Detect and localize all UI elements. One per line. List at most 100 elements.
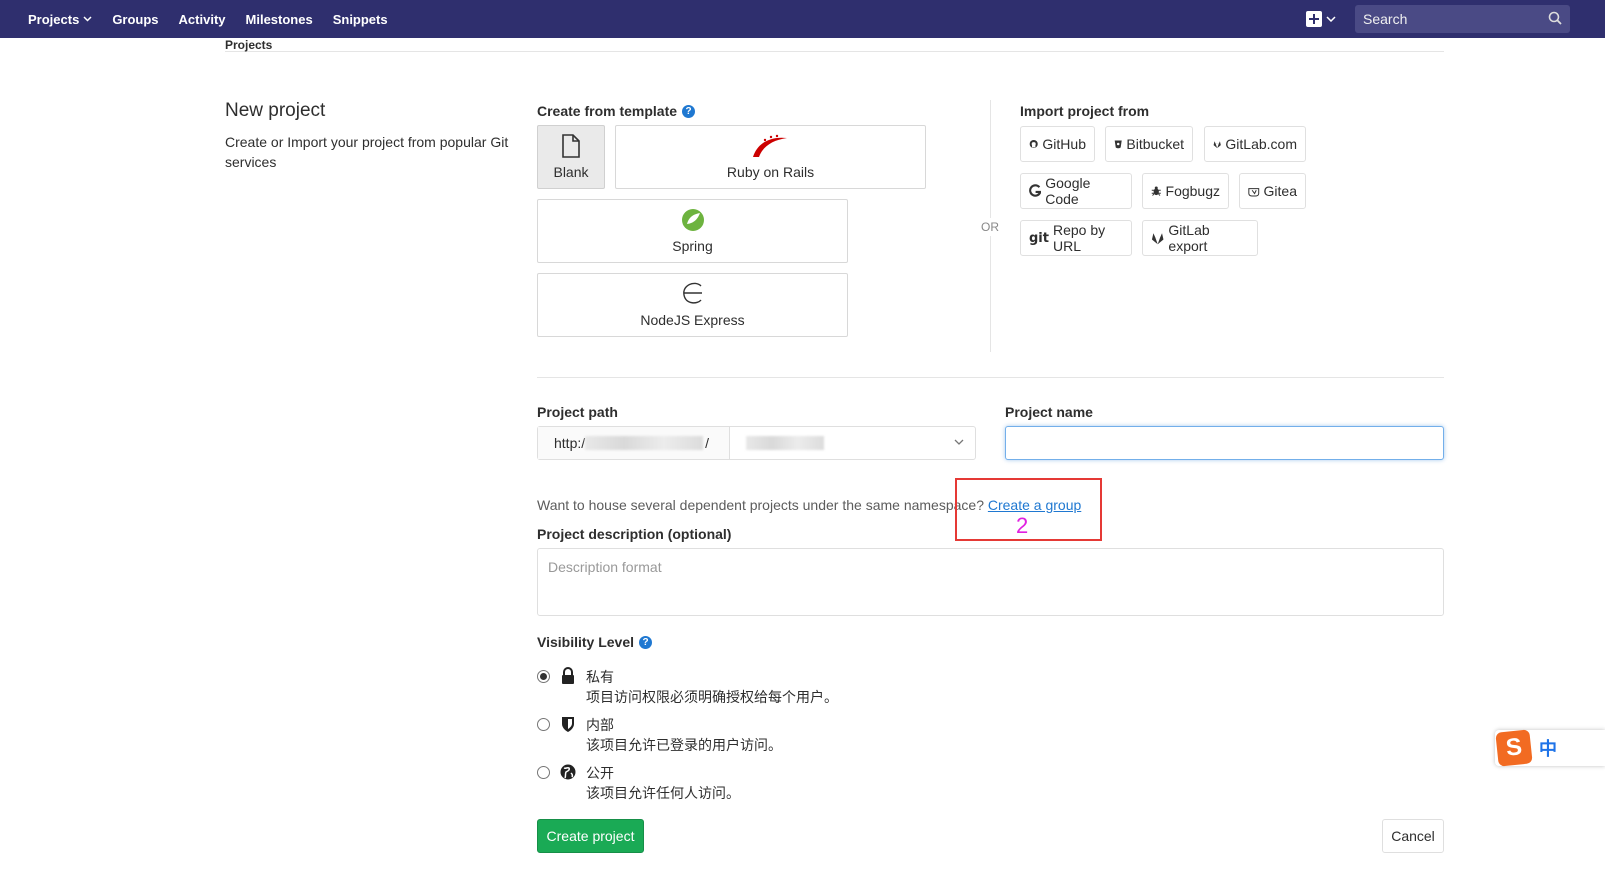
import-bitbucket-button[interactable]: Bitbucket — [1105, 126, 1193, 162]
chevron-down-icon — [954, 439, 964, 445]
annotation-highlight-box — [955, 478, 1102, 541]
template-blank-label: Blank — [553, 164, 589, 180]
create-project-button[interactable]: Create project — [537, 819, 644, 853]
import-repo-by-url-button[interactable]: git Repo by URL — [1020, 220, 1132, 256]
nav-snippets-label: Snippets — [332, 11, 388, 27]
template-blank[interactable]: Blank — [537, 125, 605, 189]
project-description-input[interactable] — [537, 548, 1444, 616]
shield-icon — [562, 717, 574, 732]
visibility-private-title: 私有 — [586, 669, 614, 685]
ime-mode-indicator[interactable]: 中 — [1539, 735, 1557, 761]
radio-public[interactable] — [537, 766, 550, 779]
globe-icon — [560, 764, 576, 780]
sogou-logo-icon[interactable]: S — [1495, 729, 1533, 767]
import-fogbugz-button[interactable]: Fogbugz — [1142, 173, 1229, 209]
import-github-button[interactable]: GitHub — [1020, 126, 1095, 162]
template-express-label: NodeJS Express — [640, 312, 745, 328]
or-separator: OR — [978, 218, 1002, 236]
visibility-heading: Visibility Level ? — [537, 634, 653, 650]
file-icon — [562, 134, 580, 158]
template-rails-label: Ruby on Rails — [726, 164, 815, 180]
template-spring-label: Spring — [672, 238, 713, 254]
cancel-button[interactable]: Cancel — [1382, 819, 1444, 853]
annotation-number: 2 — [1016, 513, 1029, 538]
gitlab-icon — [1151, 232, 1164, 244]
redacted-namespace — [746, 436, 824, 450]
plus-icon — [1306, 11, 1322, 27]
help-icon[interactable]: ? — [639, 635, 653, 649]
project-name-input[interactable] — [1005, 426, 1444, 460]
nav-groups-label: Groups — [112, 11, 159, 27]
visibility-heading-label: Visibility Level — [537, 634, 635, 650]
import-bitbucket-label: Bitbucket — [1126, 136, 1184, 152]
git-icon: git — [1029, 230, 1049, 246]
group-hint-text: Want to house several dependent projects… — [537, 497, 984, 513]
help-icon[interactable]: ? — [682, 104, 696, 118]
template-ruby-on-rails[interactable]: Ruby on Rails — [615, 125, 926, 189]
github-icon — [1029, 139, 1038, 149]
visibility-option-internal[interactable]: 内部 该项目允许已登录的用户访问。 — [537, 715, 782, 755]
template-heading-label: Create from template — [537, 103, 678, 119]
new-dropdown-button[interactable] — [1306, 9, 1336, 29]
visibility-internal-title: 内部 — [586, 717, 614, 733]
intro-section: New project Create or Import your projec… — [225, 100, 515, 172]
redacted-host — [585, 436, 704, 450]
lock-icon — [562, 667, 574, 684]
import-gitea-button[interactable]: Gitea — [1239, 173, 1306, 209]
bug-icon — [1151, 186, 1161, 196]
project-name-label: Project name — [1005, 404, 1093, 420]
chevron-down-icon — [1326, 16, 1336, 22]
import-google-code-button[interactable]: Google Code — [1020, 173, 1132, 209]
search-input[interactable] — [1363, 11, 1533, 27]
import-heading-label: Import project from — [1020, 103, 1150, 119]
import-fogbugz-label: Fogbugz — [1165, 183, 1220, 199]
project-description-label: Project description (optional) — [537, 526, 732, 542]
breadcrumb[interactable]: Projects — [225, 38, 1444, 52]
path-suffix-text: / — [705, 435, 710, 451]
visibility-option-private[interactable]: 私有 项目访问权限必须明确授权给每个用户。 — [537, 667, 838, 707]
visibility-public-desc: 该项目允许任何人访问。 — [586, 785, 740, 801]
nav-projects[interactable]: Projects — [28, 12, 92, 27]
gitlab-icon — [1213, 140, 1221, 148]
search-box — [1355, 5, 1570, 33]
nav-milestones[interactable]: Milestones — [246, 12, 313, 27]
breadcrumb-label[interactable]: Projects — [225, 38, 272, 52]
bitbucket-icon — [1114, 140, 1122, 149]
page-title: New project — [225, 100, 326, 121]
import-gitlabcom-button[interactable]: GitLab.com — [1204, 126, 1306, 162]
nav-snippets[interactable]: Snippets — [333, 12, 388, 27]
import-heading: Import project from — [1020, 103, 1149, 119]
template-nodejs-express[interactable]: NodeJS Express — [537, 273, 848, 337]
section-divider — [537, 377, 1444, 378]
chevron-down-icon — [83, 16, 92, 22]
visibility-option-public[interactable]: 公开 该项目允许任何人访问。 — [537, 763, 740, 803]
search-icon[interactable] — [1548, 11, 1562, 25]
express-icon — [682, 282, 702, 304]
namespace-select[interactable] — [730, 427, 975, 459]
google-icon — [1029, 184, 1042, 197]
rails-icon — [752, 134, 787, 157]
import-repo-url-label: Repo by URL — [1052, 222, 1106, 254]
visibility-public-title: 公开 — [586, 765, 614, 781]
radio-internal[interactable] — [537, 718, 550, 731]
import-gitlabcom-label: GitLab.com — [1225, 136, 1297, 152]
nav-milestones-label: Milestones — [245, 11, 313, 27]
import-github-label: GitHub — [1042, 136, 1086, 152]
template-heading: Create from template ? — [537, 103, 696, 119]
page-description: Create or Import your project from popul… — [225, 134, 509, 170]
spring-icon — [681, 209, 704, 231]
import-google-code-label: Google Code — [1045, 175, 1091, 207]
import-gitlab-export-label: GitLab export — [1168, 222, 1210, 254]
visibility-private-desc: 项目访问权限必须明确授权给每个用户。 — [586, 689, 838, 705]
top-navbar: Projects Groups Activity Milestones Snip… — [0, 0, 1605, 38]
nav-groups[interactable]: Groups — [112, 12, 158, 27]
radio-private[interactable] — [537, 670, 550, 683]
ime-toolbar[interactable]: S 中 — [1495, 729, 1605, 767]
gitea-icon — [1248, 187, 1260, 197]
project-path-prefix: http:/ / — [538, 427, 730, 459]
import-gitea-label: Gitea — [1263, 183, 1297, 199]
template-spring[interactable]: Spring — [537, 199, 848, 263]
import-gitlab-export-button[interactable]: GitLab export — [1142, 220, 1258, 256]
project-path-group: http:/ / — [537, 426, 976, 460]
nav-activity[interactable]: Activity — [179, 12, 226, 27]
